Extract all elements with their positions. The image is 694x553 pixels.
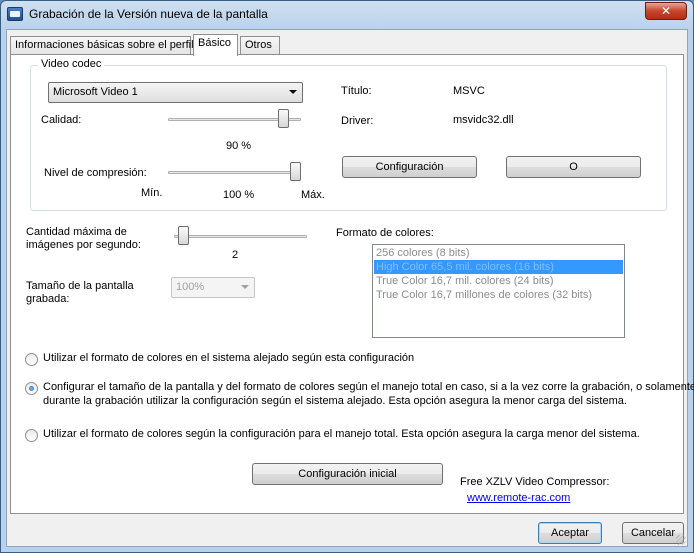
fps-slider-track[interactable] [174,235,307,238]
dialog-window: Grabación de la Versión nueva de la pant… [0,0,694,553]
compression-min-label: Mín. [141,187,163,199]
quality-value: 90 % [226,140,252,152]
chevron-down-icon [241,285,249,289]
fps-value: 2 [232,249,239,261]
promo-text: Free XZLV Video Compressor: [460,476,610,488]
driver-label: Driver: [341,115,374,127]
screen-size-label-line1: Tamaño de la pantalla [26,280,134,292]
codec-select-value: Microsoft Video 1 [53,86,138,98]
compression-max-label: Máx. [301,189,325,201]
compression-label: Nivel de compresión: [44,167,147,179]
video-codec-group: Video codec Microsoft Video 1 Calidad: 9… [30,58,667,211]
option-remote-color-radio[interactable] [25,353,38,366]
title-value: MSVC [453,85,485,97]
option-total-management-label-line2[interactable]: durante la grabación utilizar la configu… [43,395,627,407]
fps-label-line2: imágenes por segundo: [26,239,141,251]
color-format-option[interactable]: 256 colores (8 bits) [374,246,623,260]
option-config-total-radio[interactable] [25,429,38,442]
codec-configuration-button[interactable]: Configuración [342,156,477,178]
screen-size-select[interactable]: 100% [171,277,255,298]
color-format-label: Formato de colores: [336,227,434,239]
compression-slider-thumb[interactable] [290,162,301,181]
option-config-total-label[interactable]: Utilizar el formato de colores según la … [43,428,640,440]
color-format-option[interactable]: High Color 65,5 mil. colores (16 bits) [374,260,623,274]
dialog-client: Informaciones básicas sobre el perfil Bá… [6,29,694,547]
tab-basico[interactable]: Básico [193,34,238,56]
color-format-listbox[interactable]: 256 colores (8 bits) High Color 65,5 mil… [372,244,625,338]
codec-select[interactable]: Microsoft Video 1 [48,82,303,103]
initial-configuration-button[interactable]: Configuración inicial [252,463,443,485]
fps-label-line1: Cantidad máxima de [26,226,127,238]
promo-link[interactable]: www.remote-rac.com [467,492,570,504]
chevron-down-icon [289,90,297,94]
window-title: Grabación de la Versión nueva de la pant… [29,7,268,21]
compression-value: 100 % [223,189,255,201]
screen-size-label-line2: grabada: [26,293,70,305]
option-total-management-radio[interactable] [25,382,38,395]
title-label: Título: [341,85,372,97]
accept-button[interactable]: Aceptar [538,522,602,544]
tab-otros[interactable]: Otros [240,36,280,55]
tab-panel-basico: Video codec Microsoft Video 1 Calidad: 9… [10,54,694,514]
app-icon [7,7,23,21]
video-codec-legend: Video codec [38,58,105,70]
compression-slider-track[interactable] [168,171,301,174]
tab-basic-profile-info[interactable]: Informaciones básicas sobre el perfil [10,36,194,55]
fps-slider-thumb[interactable] [177,226,189,245]
option-remote-color-label[interactable]: Utilizar el formato de colores en el sis… [43,352,414,364]
quality-label: Calidad: [41,114,82,126]
resize-grip-icon[interactable] [676,535,686,545]
cancel-button[interactable]: Cancelar [622,522,684,544]
codec-o-button[interactable]: O [506,156,641,178]
quality-slider-thumb[interactable] [277,109,289,128]
title-bar[interactable]: Grabación de la Versión nueva de la pant… [1,1,693,29]
option-total-management-label-line1[interactable]: Configurar el tamaño de la pantalla y de… [43,381,694,393]
color-format-option[interactable]: True Color 16,7 mil. colores (24 bits) [374,274,623,288]
driver-value: msvidc32.dll [453,114,514,126]
close-button[interactable]: ✕ [645,2,687,20]
screen-size-select-value: 100% [176,281,205,293]
color-format-option[interactable]: True Color 16,7 millones de colores (32 … [374,288,623,302]
